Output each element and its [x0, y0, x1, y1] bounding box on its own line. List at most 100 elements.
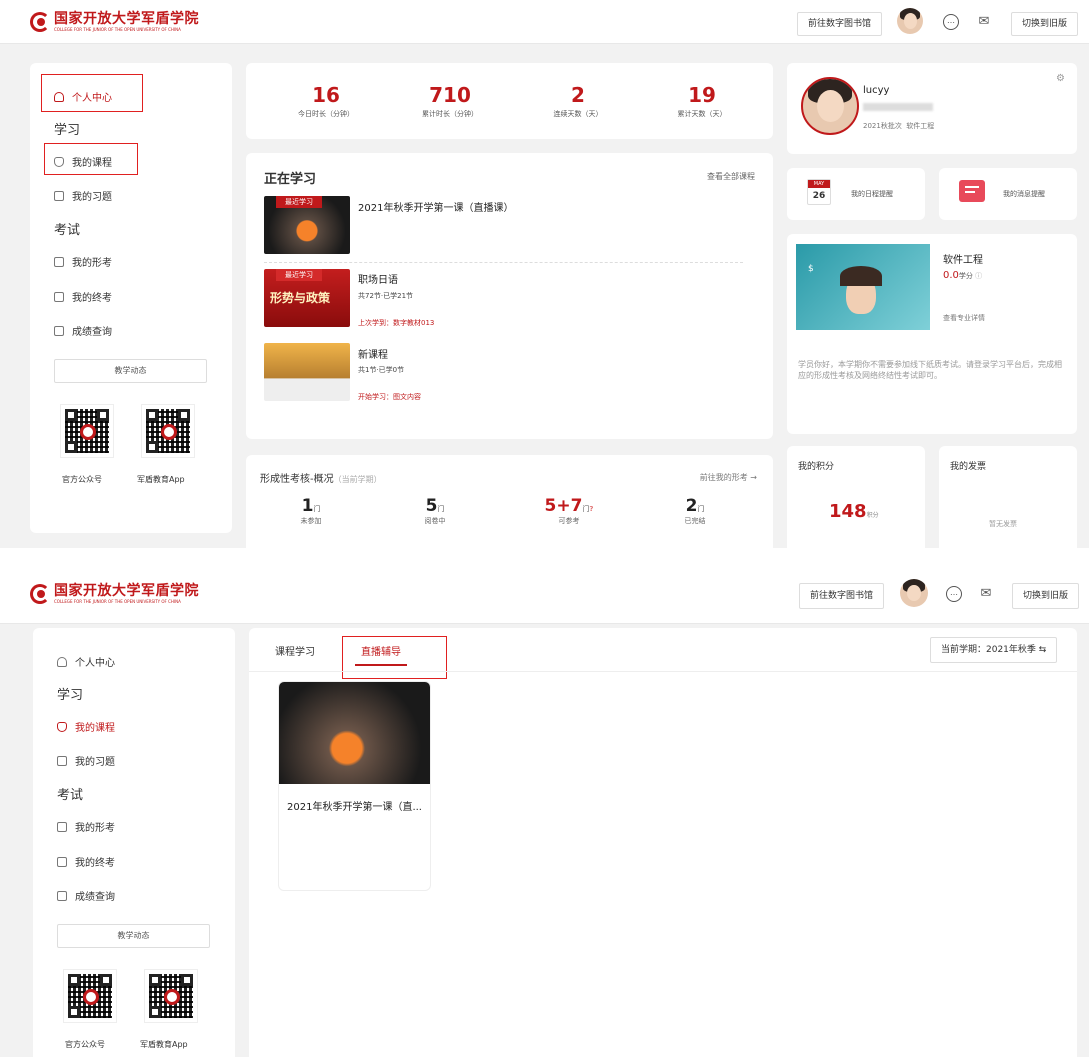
sidebar-item-grade-query[interactable]: 成绩查询: [54, 323, 112, 338]
sidebar-item-my-formative[interactable]: 我的形考: [54, 254, 112, 269]
credits-unit: 学分: [958, 272, 973, 280]
course-progress: 共72节·已学21节: [358, 292, 414, 300]
schedule-reminder[interactable]: MAY 26 我的日程提醒: [787, 168, 925, 220]
document-icon: [57, 856, 67, 867]
brand-logo[interactable]: 国家开放大学军盾学院 COLLEGE FOR THE JUNIOR OF THE…: [30, 12, 199, 32]
profile-meta: 2021秋批次 软件工程: [863, 122, 935, 130]
course-progress: 共1节·已学0节: [358, 366, 405, 374]
help-icon[interactable]: ?: [589, 505, 593, 513]
course-last-learned[interactable]: 上次学到：数字教材013: [358, 318, 434, 328]
message-icon: [959, 180, 985, 202]
stat-value: 19: [688, 83, 716, 107]
qr-app: [141, 404, 195, 458]
recent-tag: 最近学习: [276, 269, 322, 281]
exercise-icon: [54, 190, 64, 201]
sidebar-item-personal-center[interactable]: 个人中心: [57, 654, 115, 669]
course-thumbnail[interactable]: [264, 343, 350, 401]
message-reminder[interactable]: 我的消息提醒: [939, 168, 1077, 220]
major-notice: 学员你好，本学期你不需要参加线下纸质考试。请登录学习平台后，完成相应的形成性考核…: [798, 360, 1062, 380]
sidebar-item-label: 我的习题: [75, 757, 115, 768]
help-icon[interactable]: ⓘ: [973, 272, 982, 280]
sidebar-item-my-exercises[interactable]: 我的习题: [57, 753, 115, 768]
blurred-id: [863, 103, 933, 111]
points-value: 148积分: [829, 501, 879, 522]
library-button[interactable]: 前往数字图书馆: [799, 583, 885, 609]
news-button[interactable]: 教学动态: [57, 924, 210, 948]
formative-title-text: 形成性考核-概况: [260, 474, 334, 485]
stat-label: 累计时长（分钟）: [422, 110, 478, 118]
points-card[interactable]: 我的积分 148积分: [787, 446, 925, 548]
sidebar-item-my-formative[interactable]: 我的形考: [57, 819, 115, 834]
course-card[interactable]: 2021年秋季开学第一课（直...: [278, 681, 431, 891]
switch-old-version-button[interactable]: 切换到旧版: [1012, 583, 1080, 609]
exam-unit: 门: [437, 505, 445, 513]
sidebar: 个人中心 学习 我的课程 我的习题 考试 我的形考 我的终考 成绩查询 教学动态…: [30, 63, 232, 533]
section-exam: 考试: [57, 788, 84, 803]
sidebar-item-label: 我的终考: [72, 293, 112, 304]
sidebar-item-my-exercises[interactable]: 我的习题: [54, 188, 112, 203]
brand-name: 国家开放大学军盾学院: [54, 11, 199, 27]
major-details-link[interactable]: 查看专业详情: [943, 313, 985, 323]
term-label: 当前学期：2021年秋季: [941, 645, 1036, 655]
news-button[interactable]: 教学动态: [54, 359, 207, 383]
exam-label: 未参加: [300, 517, 322, 525]
exam-label: 可参考: [558, 517, 580, 525]
tab-course-study[interactable]: 课程学习: [275, 643, 315, 658]
tab-divider: [249, 671, 1077, 672]
invoice-card[interactable]: 我的发票 暂无发票: [939, 446, 1077, 548]
exam-label: 阅卷中: [424, 517, 446, 525]
switch-old-version-button[interactable]: 切换到旧版: [1011, 12, 1079, 36]
settings-icon[interactable]: ⚙: [1056, 73, 1065, 84]
profile-avatar[interactable]: [801, 77, 859, 135]
sidebar: 个人中心 学习 我的课程 我的习题 考试 我的形考 我的终考 成绩查询 教学动态…: [33, 628, 235, 1057]
exam-value: 5: [425, 496, 438, 516]
user-avatar[interactable]: [900, 579, 928, 607]
sidebar-item-grade-query[interactable]: 成绩查询: [57, 888, 115, 903]
mail-icon[interactable]: ✉: [978, 586, 994, 602]
highlight-box: [41, 74, 143, 112]
major-name: 软件工程: [943, 255, 983, 266]
sidebar-item-my-courses[interactable]: 我的课程: [57, 719, 115, 734]
brand-logo[interactable]: 国家开放大学军盾学院 COLLEGE FOR THE JUNIOR OF THE…: [30, 584, 199, 604]
qr-official-label: 官方公众号: [62, 475, 102, 484]
points-unit: 积分: [866, 512, 879, 519]
course-last-learned[interactable]: 开始学习：图文内容: [358, 392, 421, 402]
chat-icon[interactable]: …: [943, 14, 959, 30]
dashboard-screenshot: 国家开放大学军盾学院 COLLEGE FOR THE JUNIOR OF THE…: [0, 0, 1089, 548]
sidebar-item-label: 个人中心: [75, 658, 115, 669]
user-avatar[interactable]: [897, 8, 923, 34]
courses-panel: 课程学习 直播辅导 当前学期：2021年秋季 ⇆ 2021年秋季开学第一课（直.…: [249, 628, 1077, 1057]
course-thumbnail[interactable]: 最近学习: [264, 196, 350, 254]
qr-official-account: [63, 969, 117, 1023]
course-thumbnail[interactable]: 最近学习 形势与政策: [264, 269, 350, 327]
thumbnail-text: 形势与政策: [270, 291, 331, 305]
sidebar-item-label: 我的形考: [72, 258, 112, 269]
formative-card: 形成性考核-概况（当前学期） 前往我的形考 → 1门 未参加 5门 阅卷中 5+7门…: [246, 455, 773, 548]
go-formative-link[interactable]: 前往我的形考 →: [700, 472, 757, 483]
course-title[interactable]: 新课程: [358, 346, 388, 361]
stat-value: 2: [571, 83, 585, 107]
sidebar-item-my-final[interactable]: 我的终考: [54, 289, 112, 304]
exam-available: 5+7门? 可参考: [534, 496, 604, 526]
chat-icon[interactable]: …: [946, 586, 962, 602]
sidebar-item-label: 成绩查询: [72, 327, 112, 338]
points-number: 148: [829, 501, 867, 522]
learning-title: 正在学习: [264, 172, 317, 187]
course-card-image: [279, 682, 430, 784]
sidebar-item-label: 我的形考: [75, 823, 115, 834]
course-title[interactable]: 2021年秋季开学第一课（直播课）: [358, 199, 513, 214]
view-all-courses-link[interactable]: 查看全部课程: [707, 171, 755, 182]
library-button[interactable]: 前往数字图书馆: [797, 12, 883, 36]
section-study: 学习: [54, 123, 81, 138]
formative-title: 形成性考核-概况（当前学期）: [260, 470, 382, 485]
term-selector[interactable]: 当前学期：2021年秋季 ⇆: [930, 637, 1058, 663]
mail-icon[interactable]: ✉: [976, 14, 992, 30]
user-icon: [57, 656, 67, 667]
stat-days: 19 累计天数（天）: [654, 83, 750, 119]
sidebar-item-label: 成绩查询: [75, 892, 115, 903]
calendar-icon: MAY 26: [807, 179, 831, 205]
course-title[interactable]: 职场日语: [358, 271, 398, 286]
sidebar-item-my-final[interactable]: 我的终考: [57, 854, 115, 869]
stat-streak: 2 连续天数（天）: [530, 83, 626, 119]
highlight-box: [44, 143, 138, 175]
